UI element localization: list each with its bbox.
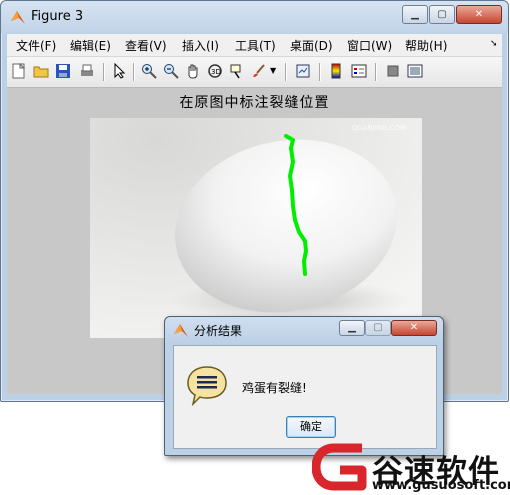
- arrow-pointer-icon[interactable]: [111, 63, 127, 79]
- ok-button[interactable]: 确定: [286, 416, 336, 438]
- brush-dropdown-icon[interactable]: ▼: [270, 66, 276, 75]
- gusu-logo: [312, 443, 367, 491]
- legend-icon[interactable]: [351, 63, 367, 79]
- watermark-url: www.gusuosoft.com: [372, 478, 510, 493]
- print-icon[interactable]: [79, 63, 95, 79]
- close-icon: ✕: [474, 9, 484, 20]
- menu-tools[interactable]: 工具(T): [235, 37, 276, 54]
- dialog-body: 鸡蛋有裂缝! 确定: [173, 345, 437, 449]
- minimize-button[interactable]: ▁: [402, 5, 428, 24]
- matlab-icon: [11, 11, 25, 24]
- zoom-in-icon[interactable]: [141, 63, 157, 79]
- save-icon[interactable]: [55, 63, 71, 79]
- menu-view[interactable]: 查看(V): [125, 37, 167, 54]
- menu-desktop[interactable]: 桌面(D): [290, 37, 333, 54]
- pan-hand-icon[interactable]: [185, 63, 201, 79]
- menu-file[interactable]: 文件(F): [16, 37, 56, 54]
- dialog-title: 分析结果: [194, 324, 243, 338]
- maximize-button[interactable]: ▢: [429, 5, 455, 24]
- toolbar: 3D ▼: [7, 57, 502, 88]
- window-title: Figure 3: [31, 9, 84, 24]
- dialog-minimize-button[interactable]: ▁: [339, 320, 365, 336]
- result-dialog: 分析结果 ▁ ▢ ✕ 鸡蛋有裂缝! 确定: [164, 316, 444, 456]
- minimize-icon: ▁: [348, 322, 356, 333]
- open-folder-icon[interactable]: [33, 63, 49, 79]
- link-plot-icon[interactable]: [295, 63, 311, 79]
- new-file-icon[interactable]: [11, 63, 27, 79]
- menu-insert[interactable]: 插入(I): [182, 37, 219, 54]
- brush-icon[interactable]: [251, 63, 267, 79]
- menu-window[interactable]: 窗口(W): [347, 37, 392, 54]
- colorbar-icon[interactable]: [329, 63, 345, 79]
- egg-image: QUANJING.COM: [90, 118, 422, 338]
- rotate-3d-icon[interactable]: 3D: [207, 63, 223, 79]
- zoom-out-icon[interactable]: [163, 63, 179, 79]
- menu-bar: 文件(F) 编辑(E) 查看(V) 插入(I) 工具(T) 桌面(D) 窗口(W…: [7, 34, 502, 57]
- title-bar[interactable]: Figure 3 ▁ ▢ ✕: [1, 1, 508, 33]
- dialog-maximize-button[interactable]: ▢: [365, 320, 391, 336]
- close-button[interactable]: ✕: [456, 5, 502, 24]
- show-plot-tools-icon[interactable]: [407, 63, 423, 79]
- maximize-icon: ▢: [373, 322, 383, 333]
- dialog-title-bar[interactable]: 分析结果 ▁ ▢ ✕: [165, 317, 443, 343]
- matlab-icon: [174, 324, 188, 337]
- hide-plot-tools-icon[interactable]: [385, 63, 401, 79]
- dialog-close-button[interactable]: ✕: [391, 320, 437, 336]
- image-watermark: QUANJING.COM: [352, 124, 406, 132]
- dialog-message: 鸡蛋有裂缝!: [242, 381, 307, 395]
- speech-bubble-icon: [187, 366, 227, 406]
- menu-edit[interactable]: 编辑(E): [70, 37, 111, 54]
- maximize-icon: ▢: [437, 9, 447, 20]
- svg-text:3D: 3D: [211, 68, 221, 76]
- menu-help[interactable]: 帮助(H): [405, 37, 447, 54]
- data-cursor-icon[interactable]: [229, 63, 245, 79]
- close-icon: ✕: [409, 322, 419, 333]
- plot-title: 在原图中标注裂缝位置: [179, 95, 330, 111]
- menu-overflow-icon[interactable]: ➘: [490, 39, 498, 49]
- minimize-icon: ▁: [411, 9, 419, 20]
